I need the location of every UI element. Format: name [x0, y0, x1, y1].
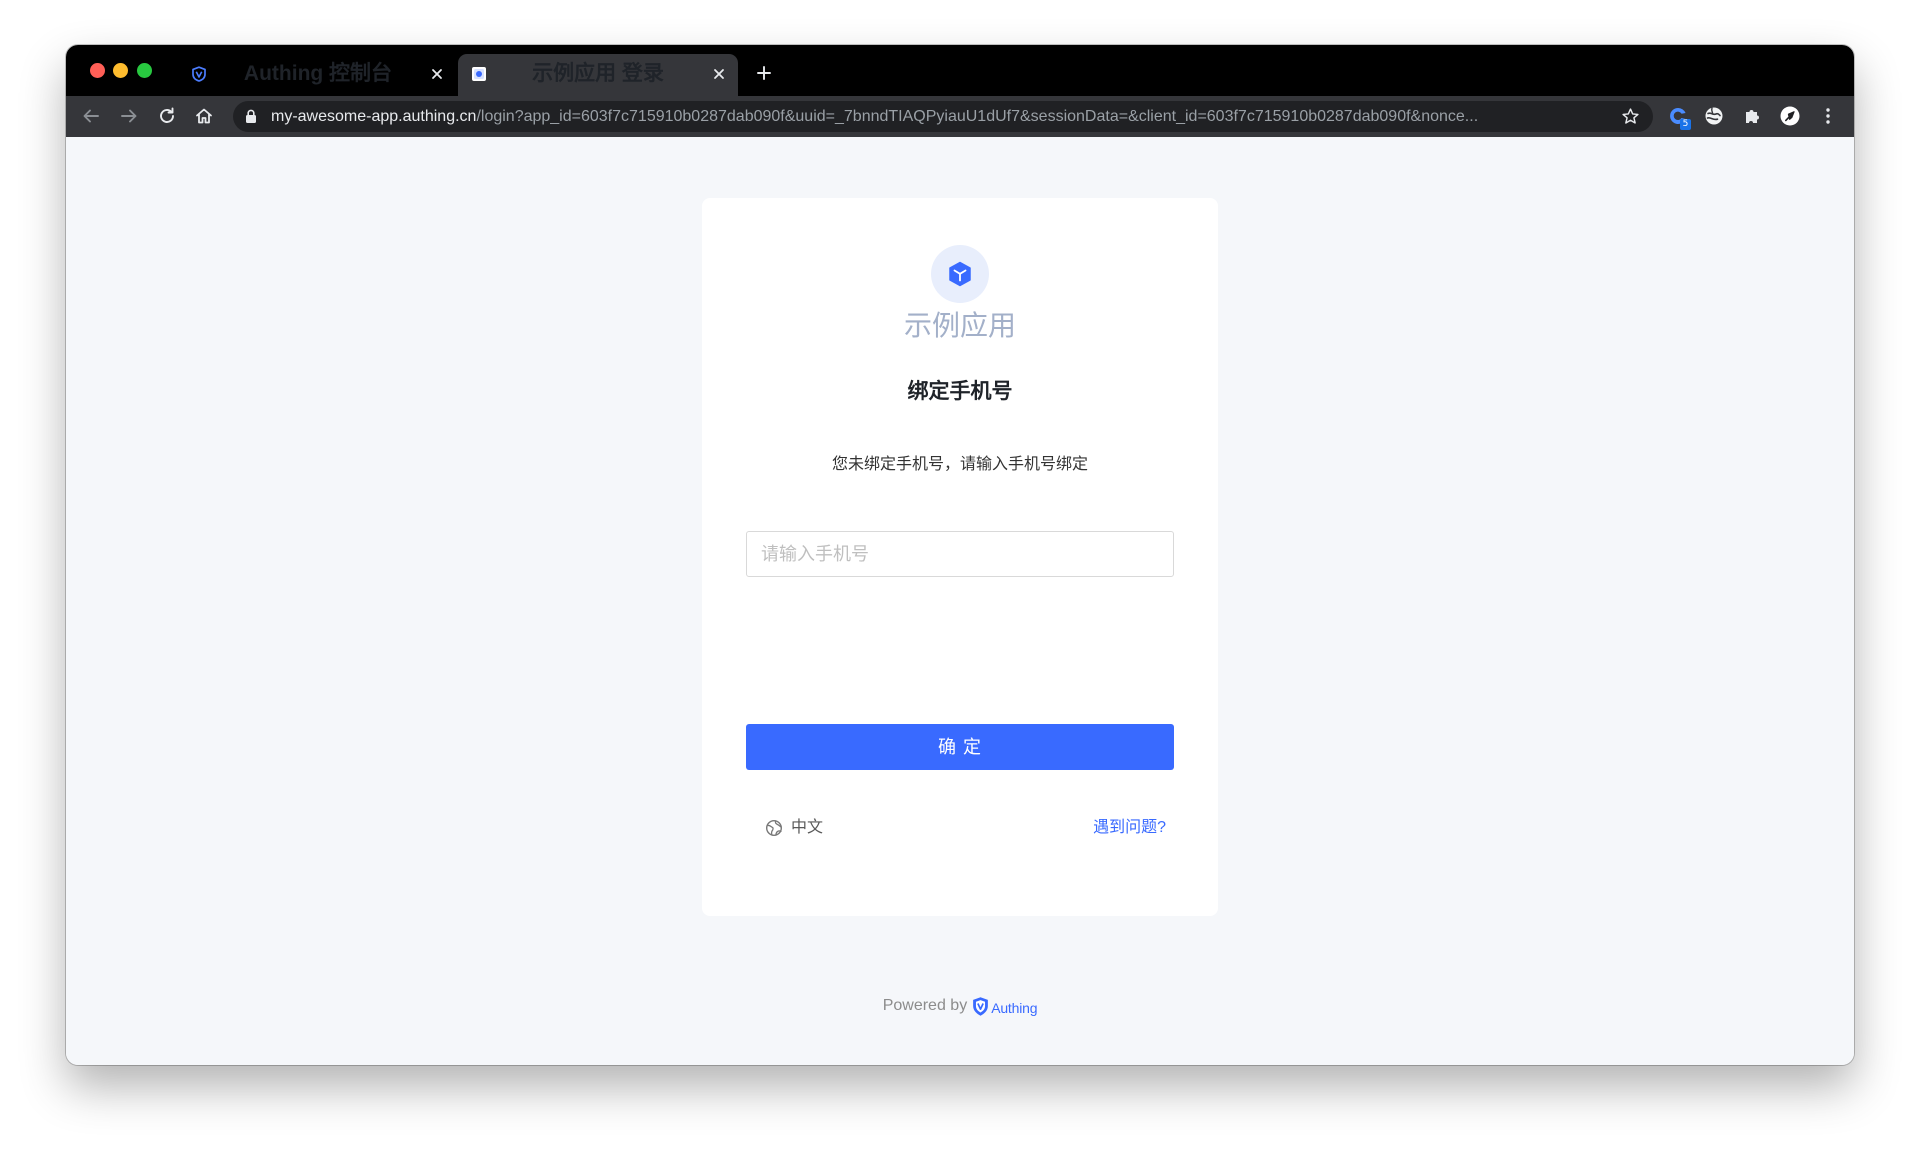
language-selector[interactable]: 中文 — [765, 815, 823, 841]
plus-icon — [757, 66, 771, 80]
tab-close-icon[interactable] — [710, 65, 728, 83]
authing-logo[interactable]: Authing — [972, 991, 1037, 1022]
tab-close-icon[interactable] — [428, 65, 446, 83]
powered-by-text: Powered by — [882, 997, 968, 1014]
url-host: my-awesome-app.authing.cn — [271, 108, 477, 125]
confirm-button[interactable]: 确 定 — [746, 724, 1174, 770]
help-link[interactable]: 遇到问题? — [1093, 815, 1166, 841]
authing-shield-icon — [973, 996, 989, 1016]
home-button[interactable] — [193, 105, 215, 127]
toolbar: my-awesome-app.authing.cn/login?app_id=6… — [66, 96, 1854, 137]
form-description: 您未绑定手机号，请输入手机号绑定 — [831, 456, 1088, 473]
powered-by: Powered by Authing — [66, 992, 1854, 1020]
extension-globe-icon — [1705, 107, 1723, 125]
app-favicon-icon — [472, 67, 486, 81]
home-icon — [196, 108, 212, 124]
profile-avatar-icon — [1780, 106, 1800, 126]
tab-title: Authing 控制台 — [243, 62, 393, 85]
reload-button[interactable] — [156, 105, 178, 127]
app-name: 示例应用 — [903, 310, 1016, 341]
url-path: /login?app_id=603f7c715910b0287dab090f&u… — [476, 108, 1479, 125]
phone-input[interactable] — [746, 531, 1174, 577]
extension-button-globe[interactable] — [1703, 105, 1725, 127]
app-logo — [931, 245, 989, 303]
tab-example-app-login[interactable]: 示例应用 登录 — [458, 54, 738, 96]
window-close-button[interactable] — [90, 63, 105, 78]
more-vert-icon — [1826, 108, 1830, 124]
lock-icon[interactable] — [245, 109, 257, 124]
extension-badge: 5 — [1680, 119, 1691, 130]
tab-title: 示例应用 登录 — [532, 62, 664, 85]
bookmark-star-icon[interactable] — [1621, 107, 1640, 126]
login-card: 示例应用 绑定手机号 您未绑定手机号，请输入手机号绑定 确 定 中文 遇到问题? — [702, 198, 1218, 916]
browser-menu-button[interactable] — [1817, 105, 1839, 127]
new-tab-button[interactable] — [755, 64, 773, 82]
back-arrow-icon — [83, 109, 99, 123]
back-button[interactable] — [80, 105, 102, 127]
address-bar[interactable]: my-awesome-app.authing.cn/login?app_id=6… — [233, 101, 1653, 132]
window-zoom-button[interactable] — [137, 63, 152, 78]
profile-button[interactable] — [1779, 105, 1801, 127]
url-text[interactable]: my-awesome-app.authing.cn/login?app_id=6… — [271, 101, 1603, 132]
forward-arrow-icon — [121, 109, 137, 123]
language-label: 中文 — [791, 819, 824, 836]
globe-icon — [765, 819, 783, 837]
forward-button[interactable] — [118, 105, 140, 127]
tab-authing-console[interactable]: Authing 控制台 — [178, 54, 456, 96]
extensions-menu-button[interactable] — [1741, 105, 1763, 127]
page-content: 示例应用 绑定手机号 您未绑定手机号，请输入手机号绑定 确 定 中文 遇到问题?… — [66, 137, 1854, 1065]
puzzle-piece-icon — [1746, 110, 1759, 123]
authing-shield-icon — [192, 66, 206, 82]
authing-brand-text: Authing — [991, 999, 1038, 1016]
page-title: 绑定手机号 — [907, 380, 1013, 403]
extension-button-blue[interactable]: 5 — [1667, 105, 1691, 130]
browser-window: Authing 控制台 示例应用 登录 my-awesome-app.authi… — [66, 45, 1854, 1065]
reload-icon — [160, 107, 174, 123]
cube-icon — [949, 261, 971, 287]
tab-strip: Authing 控制台 示例应用 登录 — [66, 45, 1854, 96]
window-minimize-button[interactable] — [113, 63, 128, 78]
